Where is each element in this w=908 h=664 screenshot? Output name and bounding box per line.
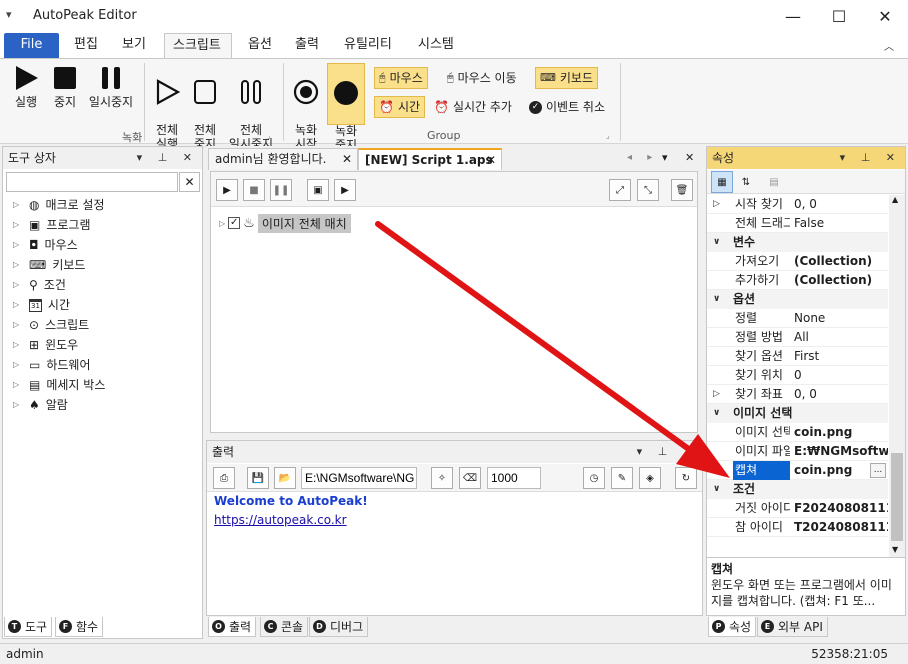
status-user: admin [6,647,44,661]
status-time: 52358:21:05 [811,647,888,661]
annotation-arrow [375,221,730,478]
status-bar: admin 52358:21:05 [0,643,908,664]
